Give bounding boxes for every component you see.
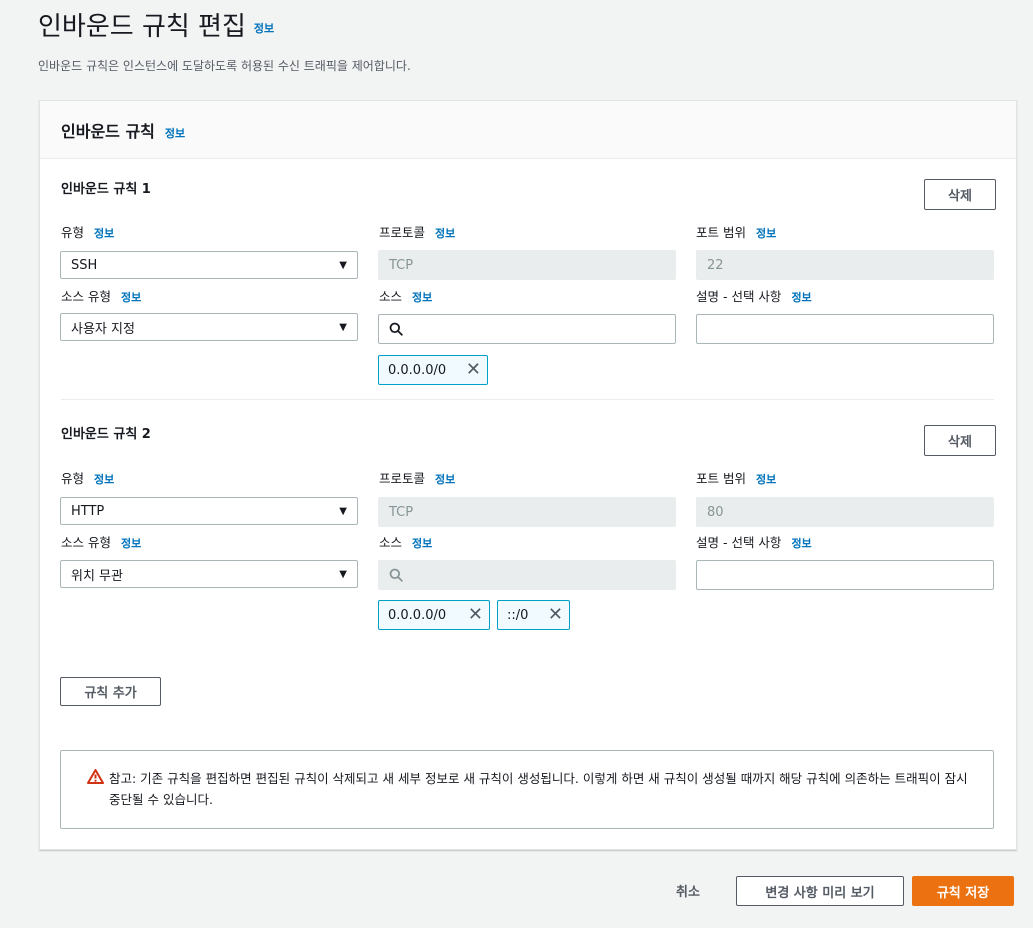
close-icon[interactable]: ✕ — [548, 606, 563, 624]
rule-2-type-value: HTTP — [71, 503, 105, 519]
rule-1-source-info-link[interactable]: 정보 — [412, 291, 432, 304]
rule-1-description-info-link[interactable]: 정보 — [791, 291, 811, 304]
rule-2-protocol-label: 프로토콜 정보 — [379, 471, 456, 486]
rule-2-title: 인바운드 규칙 2 — [61, 427, 151, 442]
panel-title: 인바운드 규칙 정보 — [61, 122, 186, 141]
close-icon[interactable]: ✕ — [468, 606, 483, 624]
rule-1-type-select[interactable]: SSH ▼ — [60, 251, 358, 279]
rule-2-source-type-select[interactable]: 위치 무관 ▼ — [60, 560, 358, 588]
page-title-info-link[interactable]: 정보 — [254, 22, 274, 35]
search-icon — [389, 568, 403, 582]
save-rules-button[interactable]: 규칙 저장 — [912, 876, 1014, 906]
rule-1-source-token: 0.0.0.0/0 ✕ — [378, 355, 488, 385]
panel-info-link[interactable]: 정보 — [165, 127, 185, 140]
caret-down-icon: ▼ — [339, 259, 347, 271]
caret-down-icon: ▼ — [339, 505, 347, 517]
preview-changes-button[interactable]: 변경 사항 미리 보기 — [736, 876, 904, 906]
inbound-rules-panel: 인바운드 규칙 정보 인바운드 규칙 1 삭제 유형 정보 프로토콜 정보 포트 범위… — [39, 100, 1017, 850]
rule-2-source-token: ::/0 ✕ — [497, 600, 570, 630]
rule-1-port-label: 포트 범위 정보 — [696, 225, 777, 240]
rule-1-protocol-label: 프로토콜 정보 — [379, 225, 456, 240]
rule-1-source-type-select[interactable]: 사용자 지정 ▼ — [60, 313, 358, 341]
rule-2-port-info-link[interactable]: 정보 — [756, 473, 776, 486]
rule-1-source-search-input[interactable] — [378, 314, 676, 344]
rule-2-source-token-value: 0.0.0.0/0 — [388, 607, 447, 623]
rule-2-protocol-field: TCP — [378, 497, 676, 527]
page-subtitle: 인바운드 규칙은 인스턴스에 도달하도록 허용된 수신 트래픽을 제어합니다. — [38, 59, 411, 73]
rule-2-source-token: 0.0.0.0/0 ✕ — [378, 600, 490, 630]
close-icon[interactable]: ✕ — [466, 361, 481, 379]
rule-1-source-token-value: 0.0.0.0/0 — [388, 362, 447, 378]
rule-1-title: 인바운드 규칙 1 — [61, 182, 151, 197]
rule-2-type-info-link[interactable]: 정보 — [94, 473, 114, 486]
rule-1-type-value: SSH — [71, 257, 98, 273]
rule-2-description-label: 설명 - 선택 사항 정보 — [696, 535, 812, 550]
rule-2-delete-button[interactable]: 삭제 — [924, 425, 996, 456]
warning-note-text: 참고: 기존 규칙을 편집하면 편집된 규칙이 삭제되고 새 세부 정보로 새 … — [109, 771, 968, 807]
rule-2-source-label: 소스 정보 — [379, 535, 433, 550]
warning-icon — [87, 769, 104, 784]
rule-1-description-input[interactable] — [696, 314, 994, 344]
warning-note: 참고: 기존 규칙을 편집하면 편집된 규칙이 삭제되고 새 세부 정보로 새 … — [60, 750, 994, 829]
rule-1-type-info-link[interactable]: 정보 — [94, 227, 114, 240]
rule-2-source-type-label: 소스 유형 정보 — [61, 535, 142, 550]
caret-down-icon: ▼ — [339, 321, 347, 333]
rule-1-delete-button[interactable]: 삭제 — [924, 179, 996, 210]
caret-down-icon: ▼ — [339, 568, 347, 580]
rule-2-protocol-info-link[interactable]: 정보 — [435, 473, 455, 486]
rule-1-port-info-link[interactable]: 정보 — [756, 227, 776, 240]
rule-2-type-select[interactable]: HTTP ▼ — [60, 497, 358, 525]
panel-header: 인바운드 규칙 정보 — [40, 101, 1016, 159]
rule-2-description-input[interactable] — [696, 560, 994, 590]
rule-1-protocol-field: TCP — [378, 250, 676, 280]
rule-1-source-type-label: 소스 유형 정보 — [61, 289, 142, 304]
rule-2-source-token-value: ::/0 — [507, 607, 529, 623]
rule-2-port-label: 포트 범위 정보 — [696, 471, 777, 486]
rule-2-source-type-info-link[interactable]: 정보 — [121, 537, 141, 550]
rule-2-source-search-input — [378, 560, 676, 590]
rule-divider — [61, 399, 994, 400]
rule-2-port-field: 80 — [696, 497, 994, 527]
rule-1-source-type-info-link[interactable]: 정보 — [121, 291, 141, 304]
rule-1-protocol-info-link[interactable]: 정보 — [435, 227, 455, 240]
rule-1-description-label: 설명 - 선택 사항 정보 — [696, 289, 812, 304]
search-icon — [389, 322, 403, 336]
add-rule-button[interactable]: 규칙 추가 — [60, 677, 161, 706]
rule-2-description-info-link[interactable]: 정보 — [791, 537, 811, 550]
rule-1-type-label: 유형 정보 — [61, 225, 115, 240]
rule-2-source-info-link[interactable]: 정보 — [412, 537, 432, 550]
page-title: 인바운드 규칙 편집 정보 — [38, 12, 275, 42]
rule-1-source-label: 소스 정보 — [379, 289, 433, 304]
rule-1-port-field: 22 — [696, 250, 994, 280]
rule-2-type-label: 유형 정보 — [61, 471, 115, 486]
rule-1-source-type-value: 사용자 지정 — [71, 321, 135, 337]
rule-2-source-type-value: 위치 무관 — [71, 568, 123, 584]
cancel-button[interactable]: 취소 — [676, 881, 700, 900]
